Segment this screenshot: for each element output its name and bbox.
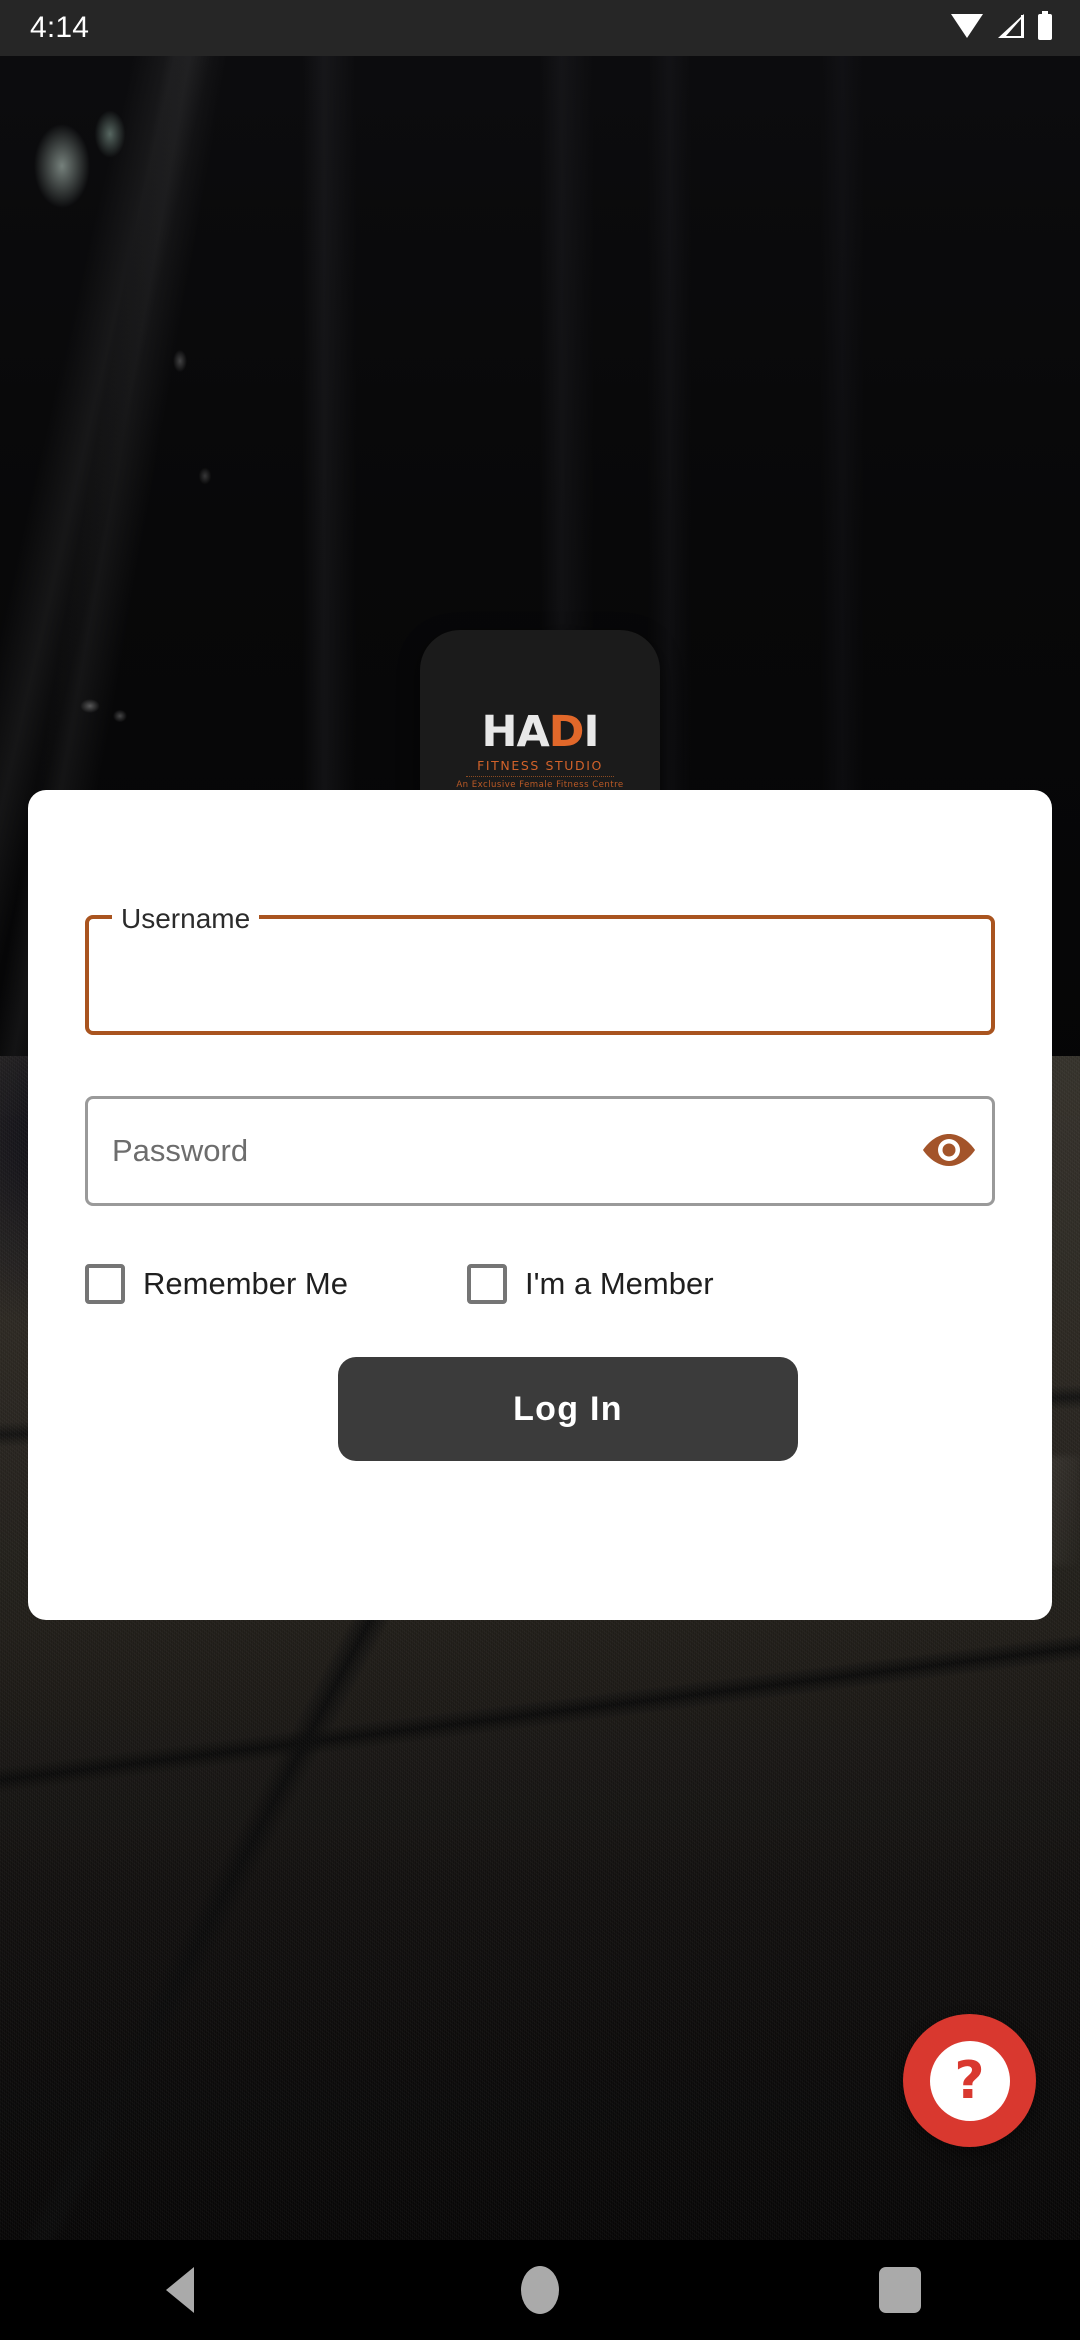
logo-divider — [466, 775, 614, 777]
help-fab-button[interactable]: ? — [903, 2014, 1036, 2147]
nav-recents-button[interactable] — [840, 2240, 960, 2340]
remember-me-box-icon[interactable] — [85, 1264, 125, 1304]
logo-tagline: An Exclusive Female Fitness Centre — [456, 779, 624, 790]
login-card: Username Remember Me I'm a Member Log In — [28, 790, 1052, 1620]
username-label-notch: Username — [112, 902, 260, 936]
password-input[interactable] — [88, 1099, 906, 1203]
login-options-row: Remember Me I'm a Member — [85, 1256, 995, 1312]
username-field-wrapper[interactable]: Username — [85, 902, 995, 1035]
logo-wordmark: HADI — [482, 710, 600, 754]
home-circle-icon — [521, 2266, 559, 2314]
logo-word-ha: HA — [481, 706, 550, 757]
status-bar-clock: 4:14 — [30, 11, 90, 44]
wifi-icon — [950, 12, 984, 45]
password-field-wrapper[interactable] — [85, 1096, 995, 1206]
password-visibility-toggle[interactable] — [906, 1099, 992, 1203]
remember-me-label: Remember Me — [143, 1266, 348, 1301]
nav-home-button[interactable] — [480, 2240, 600, 2340]
question-mark-icon: ? — [929, 2040, 1010, 2121]
logo-word-i: I — [583, 706, 599, 757]
recents-square-icon — [879, 2267, 921, 2313]
app-screen: 4:14 HADI FITNESS STUDIO An Exclusive Fe… — [0, 0, 1080, 2340]
status-bar-icons — [950, 10, 1054, 46]
back-triangle-icon — [166, 2267, 194, 2313]
battery-icon — [1036, 10, 1054, 46]
im-a-member-label: I'm a Member — [525, 1266, 714, 1301]
android-navigation-bar — [0, 2240, 1080, 2340]
username-label: Username — [121, 903, 251, 934]
logo-word-d: D — [548, 706, 585, 757]
im-a-member-box-icon[interactable] — [467, 1264, 507, 1304]
im-a-member-checkbox[interactable]: I'm a Member — [467, 1264, 714, 1304]
logo-subtitle: FITNESS STUDIO — [477, 757, 603, 773]
nav-back-button[interactable] — [120, 2240, 240, 2340]
cellular-signal-icon — [994, 12, 1026, 45]
remember-me-checkbox[interactable]: Remember Me — [85, 1264, 467, 1304]
login-button[interactable]: Log In — [338, 1357, 798, 1461]
status-bar: 4:14 — [0, 0, 1080, 56]
eye-icon — [921, 1130, 977, 1173]
